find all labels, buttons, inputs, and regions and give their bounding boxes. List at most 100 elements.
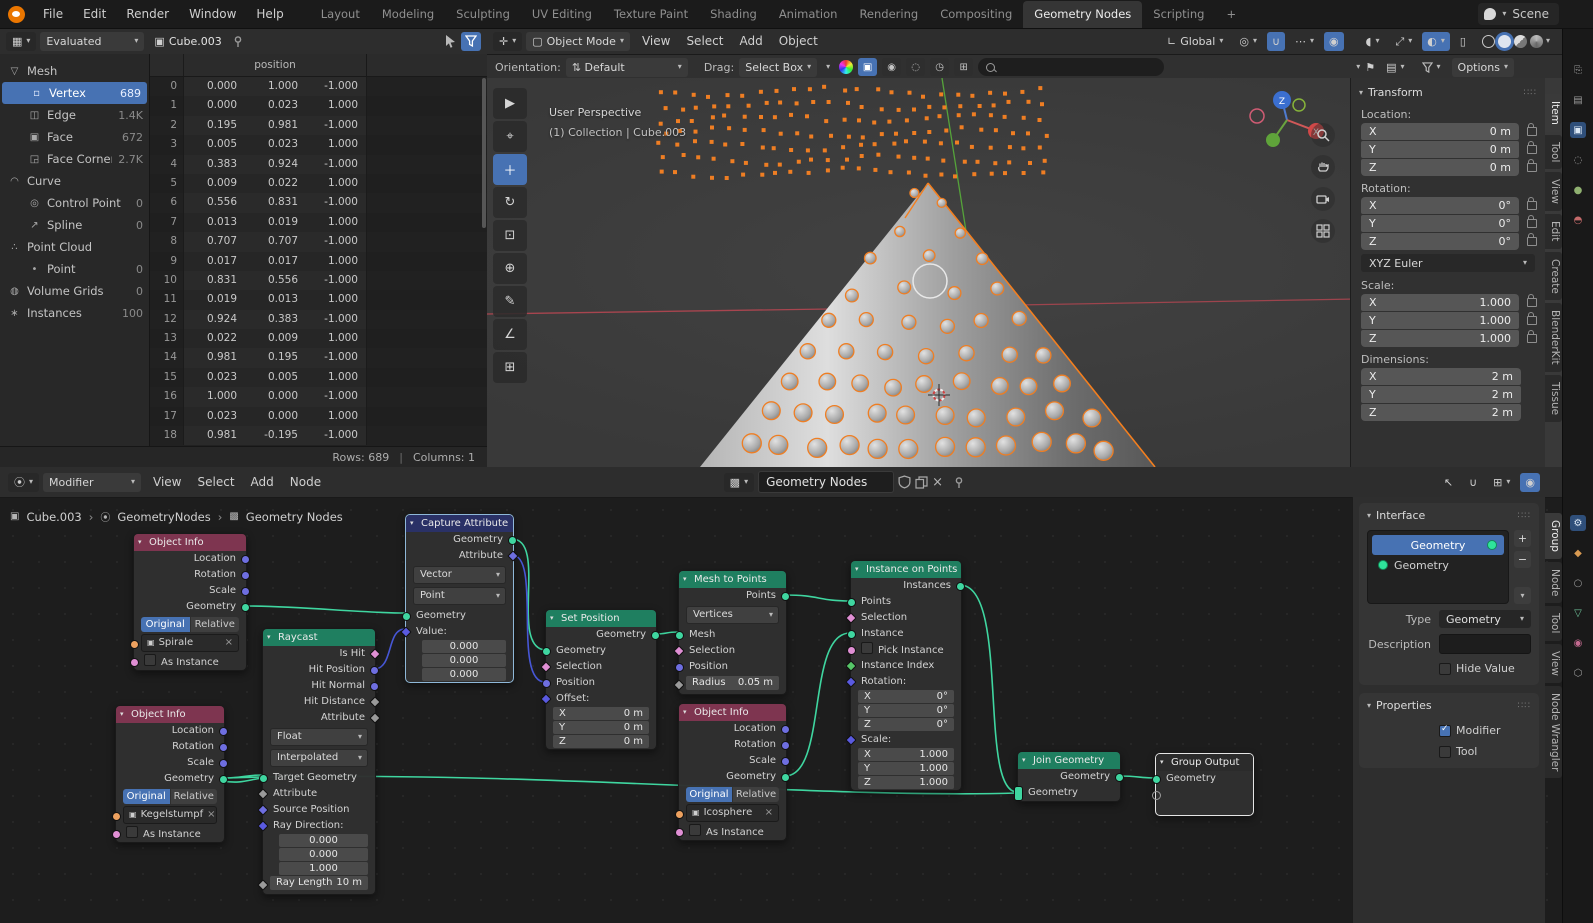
panel-grip[interactable]: ∷∷ [1518,511,1531,521]
point-instance[interactable] [740,94,744,98]
socket-vec[interactable] [241,587,250,596]
node-header[interactable]: Raycast▾ [263,629,375,646]
node-header[interactable]: Instance on Points▾ [851,561,961,578]
point-instance[interactable] [1026,131,1030,135]
point-instance[interactable] [970,145,974,149]
cursor-tool[interactable]: ⌖ [493,121,527,152]
point-instance[interactable] [1007,160,1011,164]
orientation-dropdown[interactable]: ⇅ Default▾ [566,58,688,77]
domain-volume-grids[interactable]: ◍Volume Grids0 [0,280,149,302]
proportional-edit-toggle[interactable]: ◉ [1324,32,1344,51]
point-instance[interactable] [972,112,976,116]
point-instance[interactable] [860,154,864,158]
position-column-header[interactable]: position [184,54,367,76]
point-instance[interactable] [788,170,792,174]
point-instance[interactable] [963,160,967,164]
icosphere-instance[interactable] [781,373,798,390]
material-properties-icon[interactable]: ◉ [1570,635,1586,651]
point-instance[interactable] [694,130,698,134]
icosphere-instance[interactable] [897,406,915,424]
icosphere-instance[interactable] [1007,408,1025,426]
point-instance[interactable] [775,89,779,93]
node-link[interactable] [785,633,850,776]
workspace-tab-geometry-nodes[interactable]: Geometry Nodes [1023,1,1142,28]
sidebar-tab-view[interactable]: View [1545,172,1562,211]
remove-socket-button[interactable]: − [1514,551,1531,568]
point-instance[interactable] [923,140,927,144]
mode-icon-4[interactable]: ⊞ [954,58,973,76]
point-instance[interactable] [939,92,943,96]
socket-obj[interactable] [112,812,121,821]
add-socket-button[interactable]: + [1514,530,1531,547]
point-instance[interactable] [847,135,851,139]
active-tab-object-icon[interactable]: ▣ [1570,122,1586,138]
rotation-x-field[interactable]: X0° [1361,197,1519,214]
lock-icon[interactable] [1527,201,1537,210]
axis-field-x[interactable]: X0 m [553,707,649,720]
node-mesh-to-points[interactable]: Mesh to Points▾PointsVertices▾MeshSelect… [678,570,787,695]
workspace-tab-scripting[interactable]: Scripting [1142,1,1215,28]
point-instance[interactable] [822,85,826,89]
sidebar-tab-blenderkit[interactable]: BlenderKit [1545,303,1562,372]
node-dropdown-interpolated[interactable]: Interpolated▾ [270,749,368,767]
sidebar-tab-edit[interactable]: Edit [1545,214,1562,248]
button-original[interactable]: Original [123,789,170,804]
editor-type-button[interactable]: ▦▾ [6,32,36,51]
point-instance[interactable] [989,146,993,150]
sidebar-tab-tool[interactable]: Tool [1545,135,1562,169]
vector-component-field[interactable]: 0.000 [279,834,368,847]
point-instance[interactable] [880,132,884,136]
socket-vec[interactable] [781,757,790,766]
node-instance-on-points[interactable]: Instance on Points▾InstancesPointsSelect… [850,560,962,791]
icosphere-instance[interactable] [819,373,836,390]
icosphere-instance[interactable] [852,375,869,392]
menu-file[interactable]: File [33,0,73,28]
point-instance[interactable] [710,176,714,180]
point-instance[interactable] [765,101,769,105]
button-relative[interactable]: Relative [171,789,218,804]
texture-properties-icon[interactable]: ⬡ [1570,665,1586,681]
point-instance[interactable] [979,128,983,132]
icosphere-instance[interactable] [1054,375,1071,392]
node-sidebar-tab-view[interactable]: View [1545,644,1562,683]
icosphere-instance[interactable] [895,226,905,236]
rotation-mode-dropdown[interactable]: XYZ Euler▾ [1361,254,1535,272]
point-instance[interactable] [855,87,859,91]
pin-icon[interactable] [232,35,245,48]
point-instance[interactable] [760,173,764,177]
rotation-y-field[interactable]: Y0° [1361,215,1519,232]
node-canvas[interactable]: ▣ Cube.003 › ⦿ GeometryNodes › ▩ Geometr… [0,497,1562,923]
point-instance[interactable] [792,87,796,91]
axis-field-y[interactable]: Y0° [858,704,954,717]
icosphere-instance[interactable] [868,404,886,422]
point-instance[interactable] [887,120,891,124]
point-instance[interactable] [907,171,911,175]
physics-properties-icon[interactable]: ○ [1570,575,1586,591]
domain-vertex[interactable]: ▫Vertex689 [2,82,147,104]
icosphere-instance[interactable] [822,313,836,327]
icosphere-instance[interactable] [923,250,935,262]
gizmo-neg-x-axis[interactable] [1250,109,1264,123]
unlink-icon[interactable]: × [932,476,943,489]
hide-value-checkbox[interactable] [1439,663,1451,675]
point-instance[interactable] [693,139,697,143]
menu-render[interactable]: Render [116,0,179,28]
point-instance[interactable] [956,93,960,97]
point-instance[interactable] [1038,86,1042,90]
socket-geo[interactable] [847,630,856,639]
node-overlays-toggle[interactable]: ◉ [1520,473,1540,492]
point-instance[interactable] [924,174,928,178]
toggle-ortho-icon[interactable] [1311,219,1335,243]
clear-icon[interactable]: × [225,635,233,651]
data-properties-icon[interactable]: ▽ [1570,605,1586,621]
axis-field-z[interactable]: Z0° [858,718,954,731]
dimensions-y-field[interactable]: Y2 m [1361,386,1521,403]
fake-user-shield-icon[interactable] [898,475,911,489]
checkbox[interactable] [144,654,156,666]
point-instance[interactable] [873,142,877,146]
location-z-field[interactable]: Z0 m [1361,159,1519,176]
menu-window[interactable]: Window [179,0,246,28]
point-instance[interactable] [711,115,715,119]
socket-vec[interactable] [781,725,790,734]
point-instance[interactable] [990,172,994,176]
